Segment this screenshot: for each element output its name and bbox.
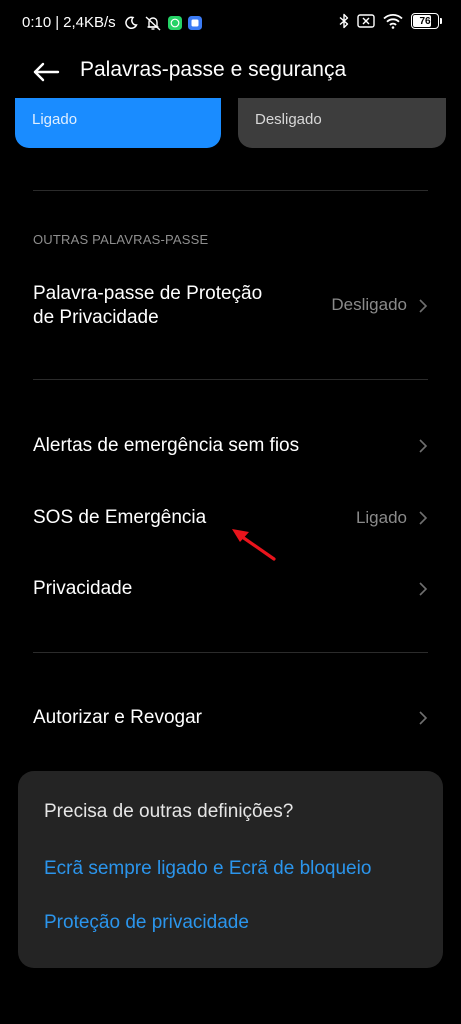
row-wireless-alerts[interactable]: Alertas de emergência sem fios: [0, 430, 461, 462]
bell-muted-icon: [145, 15, 161, 31]
page-title: Palavras-passe e segurança: [80, 58, 347, 81]
status-time: 0:10: [22, 14, 52, 31]
bluetooth-icon: [339, 13, 349, 29]
status-network-speed: 2,4KB/s: [63, 14, 116, 31]
row-privacy[interactable]: Privacidade: [0, 573, 461, 605]
section-header: OUTRAS PALAVRAS-PASSE: [33, 232, 209, 247]
arrow-left-icon: [33, 62, 60, 82]
suggestion-link-always-on-display[interactable]: Ecrã sempre ligado e Ecrã de bloqueio: [44, 858, 371, 880]
status-right: 76: [339, 13, 442, 29]
row-label: Privacidade: [33, 578, 133, 599]
wifi-icon: [383, 14, 403, 29]
row-authorize-revoke[interactable]: Autorizar e Revogar: [0, 702, 461, 734]
toggle-card-state: Desligado: [255, 111, 322, 128]
no-sim-icon: [357, 14, 375, 28]
row-label: SOS de Emergência: [33, 507, 207, 528]
row-privacy-password[interactable]: Palavra-passe de Proteção de Privacidade…: [0, 280, 461, 340]
status-left: 0:10 | 2,4KB/s: [22, 14, 202, 31]
whatsapp-icon: [167, 15, 182, 30]
app-notification-icon: [187, 15, 202, 30]
row-label: Alertas de emergência sem fios: [33, 435, 300, 456]
row-label: Autorizar e Revogar: [33, 707, 202, 728]
chevron-right-icon: [419, 711, 428, 725]
suggestions-title: Precisa de outras definições?: [44, 801, 294, 822]
moon-icon: [124, 16, 138, 29]
battery-icon: 76: [411, 13, 442, 29]
divider: [33, 379, 428, 380]
toggle-cards: Ligado Desligado: [0, 98, 461, 150]
status-bar: 0:10 | 2,4KB/s 76: [0, 0, 461, 46]
chevron-right-icon: [419, 511, 428, 525]
chevron-right-icon: [419, 439, 428, 453]
row-value: Desligado: [331, 295, 407, 314]
divider: [33, 652, 428, 653]
app-bar: Palavras-passe e segurança: [0, 46, 461, 98]
chevron-right-icon: [419, 582, 428, 596]
suggestion-link-privacy-protection[interactable]: Proteção de privacidade: [44, 912, 249, 934]
divider: [33, 190, 428, 191]
battery-level: 76: [419, 15, 431, 27]
chevron-right-icon: [419, 299, 428, 313]
annotation-arrow-icon: [232, 529, 276, 561]
row-label: Palavra-passe de Proteção de Privacidade: [33, 283, 263, 328]
status-separator: |: [55, 14, 60, 31]
back-button[interactable]: [26, 54, 66, 90]
toggle-card-state: Ligado: [32, 111, 78, 128]
row-value: Ligado: [355, 508, 407, 527]
toggle-card-on[interactable]: Ligado: [15, 98, 221, 148]
toggle-card-off[interactable]: Desligado: [238, 98, 446, 148]
suggestions-card: Precisa de outras definições? Ecrã sempr…: [18, 771, 443, 968]
